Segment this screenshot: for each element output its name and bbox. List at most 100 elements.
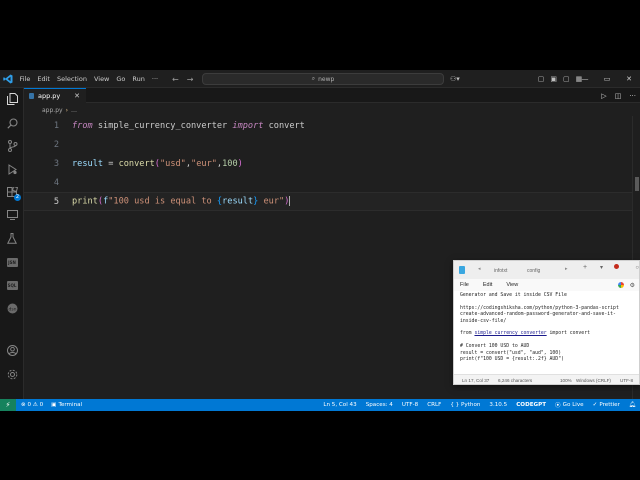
menu-run[interactable]: Run	[129, 70, 148, 88]
forward-arrow-icon[interactable]: →	[187, 75, 194, 84]
editor-tab-bar: app.py ✕ ▷ ◫ ···	[24, 88, 640, 103]
record-indicator-icon	[614, 264, 619, 269]
command-center-search[interactable]: ⌕ newp	[202, 73, 444, 85]
code-token: result	[222, 196, 254, 207]
remote-explorer-icon[interactable]	[4, 207, 20, 223]
explorer-icon[interactable]	[4, 91, 20, 107]
maximize-icon[interactable]: ▭	[596, 75, 618, 83]
line-number: 5	[53, 196, 59, 207]
np-eol: Windows (CRLF)	[576, 378, 611, 383]
np-line: Generator and Save it inside CSV File	[460, 293, 567, 298]
menu-bar: File Edit Selection View Go Run ···	[16, 70, 162, 88]
end-of-line[interactable]: CRLF	[427, 402, 441, 408]
breadcrumb-file[interactable]: app.py	[42, 107, 63, 114]
status-right: Ln 5, Col 43 Spaces: 4 UTF-8 CRLF { } Py…	[323, 399, 636, 411]
code-token: eur"	[258, 196, 285, 207]
manage-gear-icon[interactable]	[4, 366, 20, 382]
np-char-count: 6,246 characters	[498, 378, 533, 383]
search-text: newp	[318, 75, 335, 83]
np-import-suffix: import convert	[546, 331, 590, 337]
minimize-icon[interactable]: —	[574, 75, 596, 83]
run-debug-icon[interactable]	[4, 161, 20, 177]
testing-flask-icon[interactable]	[4, 230, 20, 246]
go-live-button[interactable]: ⦿ Go Live	[555, 401, 584, 409]
close-tab-icon[interactable]: ✕	[74, 92, 80, 100]
language-label: Python	[461, 402, 481, 408]
toggle-panel-icon[interactable]: ▣	[550, 75, 557, 83]
breadcrumb-symbol[interactable]: …	[71, 107, 77, 114]
np-line: print(f"100 USD = {result:.2f} AUD")	[460, 357, 564, 363]
menu-more[interactable]: ···	[148, 70, 161, 88]
copilot-icon[interactable]: ⚇▾	[450, 75, 460, 83]
status-left: ⊗ 0 ⚠ 0 ▣ Terminal	[16, 402, 82, 408]
extension-sidebar-icon-1[interactable]: JSN	[4, 254, 20, 270]
terminal-icon[interactable]: ▣	[51, 402, 56, 408]
notepad-menu-edit[interactable]: Edit	[483, 282, 492, 288]
menu-edit[interactable]: Edit	[34, 70, 54, 88]
split-editor-icon[interactable]: ◫	[615, 92, 622, 100]
breadcrumb-separator: ›	[65, 106, 68, 114]
extensions-badge: 2	[14, 194, 21, 201]
code-line-3: 3 result = convert("usd","eur",100)	[24, 154, 632, 173]
notepad-menu-bar: File Edit View ⚙	[454, 279, 639, 291]
vscode-logo-icon	[0, 70, 16, 88]
copilot-color-icon[interactable]	[617, 282, 624, 288]
problems-indicator[interactable]: ⊗ 0 ⚠ 0	[21, 402, 43, 408]
text-cursor	[289, 196, 291, 207]
settings-gear-icon[interactable]: ⚙	[630, 282, 635, 289]
menu-selection[interactable]: Selection	[53, 70, 90, 88]
notepad-text-area[interactable]: Generator and Save it inside CSV File ht…	[454, 291, 639, 374]
notepad-tab-1[interactable]: infotxt	[494, 265, 507, 276]
code-line-4: 4	[24, 173, 632, 192]
np-import-prefix: from	[460, 331, 475, 337]
terminal-button[interactable]: Terminal	[58, 402, 82, 408]
vscode-window: File Edit Selection View Go Run ··· ← → …	[0, 70, 640, 411]
source-control-icon[interactable]	[4, 138, 20, 154]
menu-go[interactable]: Go	[113, 70, 129, 88]
remote-indicator-icon[interactable]: ⚡	[0, 399, 16, 411]
notepad-status-bar: Ln 17, Col 37 6,246 characters 100% Wind…	[454, 374, 639, 384]
language-mode[interactable]: { } Python	[450, 402, 480, 408]
code-token: )	[237, 158, 243, 169]
line-number: 3	[53, 158, 59, 169]
indentation[interactable]: Spaces: 4	[366, 402, 393, 408]
editor-actions: ▷ ◫ ···	[601, 88, 636, 103]
extension-sidebar-icon-2[interactable]: SQL	[4, 277, 20, 293]
menu-file[interactable]: File	[16, 70, 34, 88]
code-line-5: 5 print(f"100 usd is equal to {result} e…	[24, 192, 632, 211]
code-token: 100	[222, 158, 238, 169]
line-number: 4	[53, 177, 59, 188]
back-arrow-icon[interactable]: ←	[172, 75, 179, 84]
notifications-bell-icon[interactable]: 🔔︎	[629, 402, 636, 408]
toggle-secondary-sidebar-icon[interactable]: ▢	[563, 75, 570, 83]
notepad-window-controls[interactable]: ○	[635, 265, 639, 271]
prettier-status[interactable]: ✓ Prettier	[593, 402, 620, 408]
tab-list-icon[interactable]: ▾	[600, 264, 603, 271]
np-line: # Convert 100 USD to AUD	[460, 344, 530, 350]
extension-sidebar-icon-3[interactable]: dsn	[4, 300, 20, 316]
tab-scroll-left-icon[interactable]: ◂	[478, 266, 481, 272]
notepad-menu-file[interactable]: File	[460, 282, 469, 288]
notepad-window: ◂ infotxt config ▸ + ▾ ○ File Edit View …	[453, 260, 640, 385]
scrollbar-thumb[interactable]	[635, 177, 639, 191]
notepad-menu-view[interactable]: View	[506, 282, 518, 288]
new-tab-icon[interactable]: +	[583, 264, 587, 271]
code-token: "100 usd is equal to	[108, 196, 217, 207]
tab-app-py[interactable]: app.py ✕	[24, 88, 86, 103]
code-token: convert	[263, 120, 305, 131]
encoding[interactable]: UTF-8	[402, 402, 418, 408]
accounts-icon[interactable]	[4, 342, 20, 358]
search-sidebar-icon[interactable]	[4, 115, 20, 131]
tab-scroll-right-icon[interactable]: ▸	[565, 266, 568, 272]
more-actions-icon[interactable]: ···	[629, 92, 636, 100]
toggle-sidebar-icon[interactable]: ▢	[538, 75, 545, 83]
codegpt-status[interactable]: CODEGPT	[516, 402, 546, 408]
cursor-position[interactable]: Ln 5, Col 43	[323, 402, 356, 408]
status-bar: ⚡ ⊗ 0 ⚠ 0 ▣ Terminal Ln 5, Col 43 Spaces…	[0, 399, 640, 411]
notepad-tab-2[interactable]: config	[527, 265, 540, 276]
close-window-icon[interactable]: ✕	[618, 75, 640, 83]
run-file-icon[interactable]: ▷	[601, 92, 606, 100]
extensions-icon[interactable]: 2	[4, 184, 21, 201]
menu-view[interactable]: View	[90, 70, 112, 88]
python-interpreter[interactable]: 3.10.5	[489, 402, 507, 408]
